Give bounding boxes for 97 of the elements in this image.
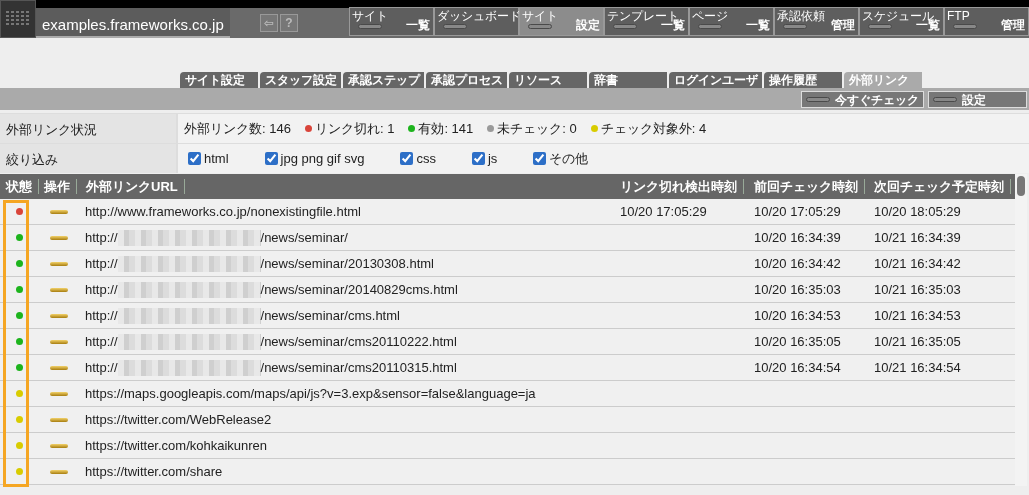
table-cell: 10/20 18:05:29 <box>874 203 961 219</box>
dash-icon[interactable] <box>50 339 68 344</box>
url-text[interactable]: /news/seminar/20140829cms.html <box>260 279 458 300</box>
tab[interactable]: リソース <box>509 72 587 88</box>
indicator-icon <box>528 24 552 29</box>
status-count: 未チェック: 0 <box>497 119 577 138</box>
dash-icon[interactable] <box>50 235 68 240</box>
table-cell: 10/21 16:34:42 <box>874 255 961 271</box>
checkbox-label: その他 <box>549 149 589 168</box>
nav-button[interactable]: スケジュール 一覧 <box>859 7 944 36</box>
row-label: 絞り込み <box>0 144 178 173</box>
settings-button[interactable]: 設定 <box>928 91 1027 108</box>
column-header: 外部リンクURL <box>80 178 185 194</box>
logo-icon <box>0 0 36 38</box>
table-cell: 10/21 16:35:03 <box>874 281 961 297</box>
table-cell: 10/20 16:34:42 <box>754 255 841 271</box>
column-header: 次回チェック予定時刻 <box>868 178 1011 194</box>
tab[interactable]: ログインユーザ <box>669 72 762 88</box>
table-cell: 10/20 16:34:54 <box>754 359 841 375</box>
checkbox[interactable] <box>533 152 547 165</box>
tab[interactable]: スタッフ設定 <box>260 72 341 88</box>
url-text[interactable]: http:// <box>85 305 118 326</box>
nav-button[interactable]: ページ 一覧 <box>689 7 774 36</box>
table-cell: 10/20 17:05:29 <box>754 203 841 219</box>
nav-button[interactable]: ダッシュボード <box>434 7 519 36</box>
url-text[interactable]: https://twitter.com/kohkaikunren <box>85 435 268 456</box>
checkbox-label: js <box>487 149 498 168</box>
indicator-icon <box>933 97 957 102</box>
url-text[interactable]: http:// <box>85 331 118 352</box>
url-text[interactable]: http:// <box>85 279 118 300</box>
table-cell: 10/21 16:34:54 <box>874 359 961 375</box>
dash-icon[interactable] <box>50 391 68 396</box>
tab[interactable]: 承認ステップ <box>343 72 424 88</box>
url-text[interactable]: /news/seminar/20130308.html <box>260 253 434 274</box>
scrollbar[interactable] <box>1015 174 1027 486</box>
table-cell: 10/20 16:34:39 <box>754 229 841 245</box>
url-text[interactable]: /news/seminar/cms20110315.html <box>260 357 457 378</box>
table-cell: 10/20 17:05:29 <box>620 203 707 219</box>
nav-button[interactable]: FTP 管理 <box>944 7 1029 36</box>
dash-icon[interactable] <box>50 261 68 266</box>
checkbox[interactable] <box>471 152 485 165</box>
indicator-icon <box>698 24 722 29</box>
table-cell: 10/20 16:35:03 <box>754 281 841 297</box>
dash-icon[interactable] <box>50 443 68 448</box>
dash-icon[interactable] <box>50 469 68 474</box>
dash-icon[interactable] <box>50 365 68 370</box>
url-text[interactable]: http:// <box>85 253 118 274</box>
column-header: リンク切れ検出時刻 <box>614 178 744 194</box>
nav-button[interactable]: 承認依頼 管理 <box>774 7 859 36</box>
checkbox-label: jpg png gif svg <box>280 149 365 168</box>
row-label: 外部リンク状況 <box>0 114 178 143</box>
check-now-button[interactable]: 今すぐチェック <box>801 91 924 108</box>
url-text[interactable]: https://twitter.com/share <box>85 461 223 482</box>
table-cell: 10/21 16:34:53 <box>874 307 961 323</box>
url-text[interactable]: http://www.frameworks.co.jp/nonexistingfile.html <box>85 201 361 222</box>
dash-icon[interactable] <box>50 417 68 422</box>
dash-icon[interactable] <box>50 313 68 318</box>
url-text[interactable]: http:// <box>85 227 118 248</box>
status-count: 有効: 141 <box>418 119 474 138</box>
tab[interactable]: 承認プロセス <box>426 72 507 88</box>
nav-button[interactable]: サイト 一覧 <box>349 7 434 36</box>
tab[interactable]: 操作履歴 <box>764 72 842 88</box>
table-cell: 10/21 16:34:39 <box>874 229 961 245</box>
table-cell: 10/20 16:35:05 <box>754 333 841 349</box>
table-cell: 10/20 16:34:53 <box>754 307 841 323</box>
checkbox[interactable] <box>264 152 278 165</box>
nav-button[interactable]: サイト 設定 <box>519 7 604 36</box>
dash-icon[interactable] <box>50 209 68 214</box>
column-header: 操作 <box>38 178 77 194</box>
checkbox[interactable] <box>188 152 201 165</box>
table-cell: 10/21 16:35:05 <box>874 333 961 349</box>
url-text[interactable]: /news/seminar/ <box>260 227 348 248</box>
nav-button[interactable]: テンプレート 一覧 <box>604 7 689 36</box>
checkbox-label: html <box>204 149 229 168</box>
url-text[interactable]: /news/seminar/cms.html <box>260 305 400 326</box>
dash-icon[interactable] <box>50 287 68 292</box>
url-text[interactable]: https://twitter.com/WebRelease2 <box>85 409 272 430</box>
indicator-icon <box>868 24 892 29</box>
link-count: 外部リンク数: 146 <box>184 119 291 138</box>
site-name: examples.frameworks.co.jp <box>36 8 230 38</box>
tab[interactable]: 辞書 <box>589 72 667 88</box>
status-count: リンク切れ: 1 <box>314 119 395 138</box>
status-count: チェック対象外: 4 <box>600 119 707 138</box>
checkbox[interactable] <box>400 152 414 165</box>
indicator-icon <box>443 24 467 29</box>
indicator-icon <box>806 97 830 102</box>
indicator-icon <box>358 24 382 29</box>
indicator-icon <box>783 24 807 29</box>
column-header: 前回チェック時刻 <box>748 178 865 194</box>
url-text[interactable]: http:// <box>85 357 118 378</box>
indicator-icon <box>613 24 637 29</box>
column-header: 状態 <box>0 178 39 194</box>
indicator-icon <box>953 24 977 29</box>
url-text[interactable]: /news/seminar/cms20110222.html <box>260 331 457 352</box>
tab[interactable]: サイト設定 <box>180 72 258 88</box>
url-text[interactable]: https://maps.googleapis.com/maps/api/js?v=3.exp&sensor=false&language=ja <box>85 383 536 404</box>
checkbox-label: css <box>416 149 436 168</box>
